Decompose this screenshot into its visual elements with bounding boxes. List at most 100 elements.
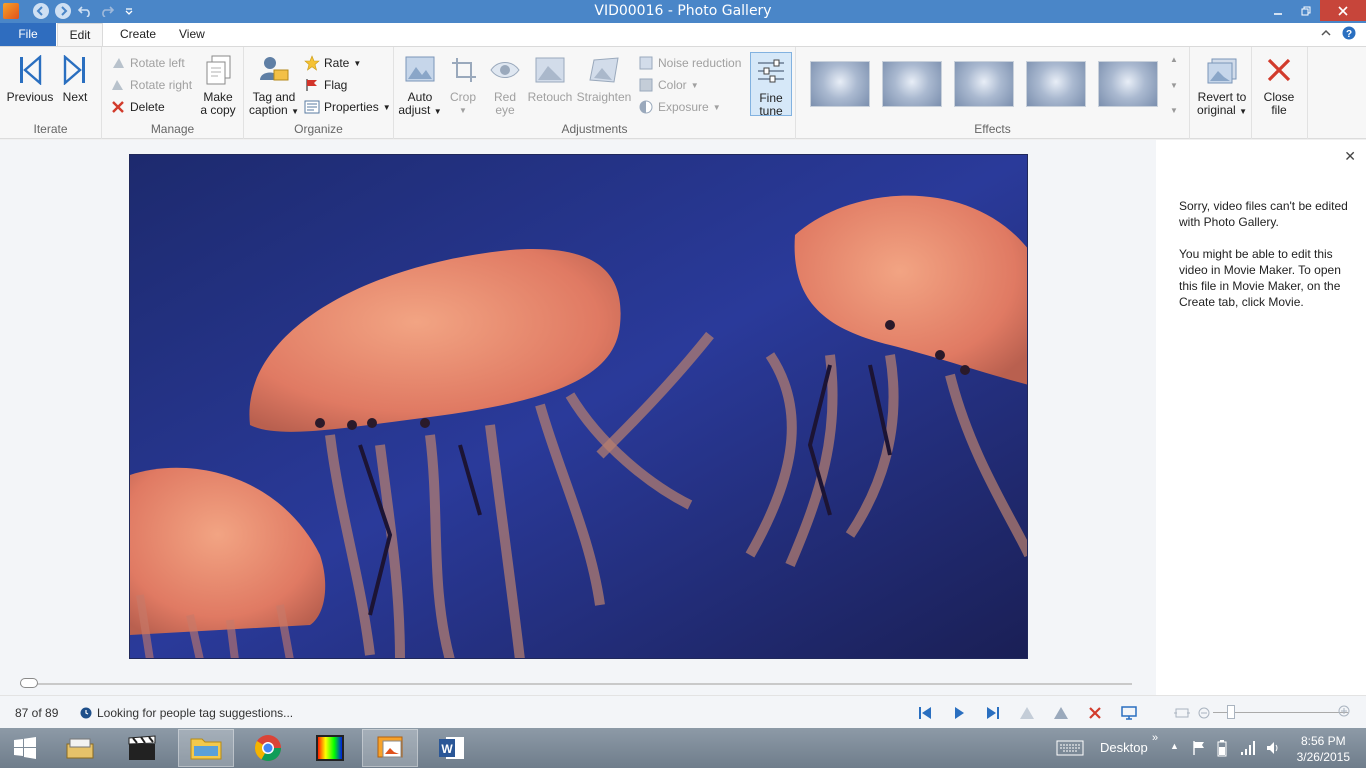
taskbar-file-explorer[interactable] [178,729,234,767]
tag-caption-icon [256,52,292,88]
network-icon[interactable] [1240,740,1256,759]
minimize-button[interactable] [1264,0,1292,21]
taskbar-color-app[interactable] [302,729,358,767]
chevron-down-icon: ▼ [690,80,699,90]
chevron-down-icon: ▼ [712,102,721,112]
zoom-out-button[interactable] [1194,703,1214,723]
retouch-button[interactable]: Retouch [526,52,574,104]
effect-thumbnail[interactable] [954,61,1014,107]
zoom-in-button[interactable] [1338,705,1350,720]
color-button[interactable]: Color ▼ [638,76,699,94]
show-hidden-icons-icon[interactable]: ▲ [1170,741,1179,751]
rate-button[interactable]: Rate ▼ [304,54,361,72]
tab-create[interactable]: Create [108,23,168,46]
tab-view[interactable]: View [167,23,217,46]
start-button[interactable] [0,729,50,767]
video-scrubber-handle[interactable] [20,678,38,688]
taskbar-word[interactable]: W [424,729,480,767]
chevron-up-icon[interactable]: ▲ [1170,55,1178,64]
taskbar-photo-gallery[interactable] [362,729,418,767]
effects-gallery-scroll[interactable]: ▲ ▼ ▼ [1168,55,1180,115]
jellyfish-image [130,155,1027,658]
clock-date: 3/26/2015 [1296,750,1350,764]
close-info-pane-button[interactable]: ✕ [1344,148,1356,165]
zoom-controls [1170,703,1214,723]
make-copy-label-2: a copy [200,103,236,117]
delete-button[interactable]: Delete [110,98,165,116]
desktop-toolbar-label[interactable]: Desktop [1100,740,1148,755]
group-revert: Revert to original ▼ [1190,47,1252,139]
svg-text:W: W [441,742,453,756]
next-label: Next [62,90,88,104]
chevron-down-icon: ▼ [382,102,391,112]
toolbar-expand-icon[interactable]: » [1152,732,1158,744]
play-button[interactable] [942,703,976,723]
delete-status-button[interactable] [1078,703,1112,723]
effect-thumbnail[interactable] [882,61,942,107]
previous-icon [12,52,48,88]
keyboard-icon[interactable] [1056,740,1084,759]
expand-gallery-icon[interactable]: ▼ [1170,106,1178,115]
rotate-right-button[interactable]: Rotate right [110,76,192,94]
chevron-down-icon[interactable]: ▼ [1170,81,1178,90]
crop-button[interactable]: Crop ▼ [446,52,480,117]
exposure-button[interactable]: Exposure ▼ [638,98,721,116]
group-label-iterate: Iterate [33,122,68,136]
rotate-left-button[interactable]: Rotate left [110,54,185,72]
group-label-effects: Effects [974,122,1011,136]
red-eye-button[interactable]: Red eye [486,52,524,117]
straighten-icon [586,52,622,88]
rotate-right-status-button[interactable] [1044,703,1078,723]
close-window-button[interactable] [1320,0,1366,21]
volume-icon[interactable] [1265,740,1281,759]
zoom-slider-handle[interactable] [1227,705,1235,719]
revert-to-original-button[interactable]: Revert to original ▼ [1194,52,1250,118]
retouch-icon [532,52,568,88]
group-label-organize: Organize [294,122,343,136]
close-file-button[interactable]: Close file [1258,52,1300,117]
taskbar-chrome[interactable] [240,729,296,767]
zoom-out-icon [1198,707,1210,719]
tab-edit[interactable]: Edit [57,23,103,46]
rotate-left-status-button[interactable] [1010,703,1044,723]
effect-thumbnail[interactable] [1026,61,1086,107]
fine-tune-label-2: tune [759,104,783,118]
properties-button[interactable]: Properties ▼ [304,98,391,116]
effect-thumbnail[interactable] [1098,61,1158,107]
make-copy-button[interactable]: Make a copy [196,52,240,117]
noise-reduction-icon [638,55,654,71]
flag-button[interactable]: Flag [304,76,347,94]
straighten-button[interactable]: Straighten [574,52,634,104]
fit-window-icon [1174,708,1190,718]
previous-item-button[interactable] [908,703,942,723]
auto-adjust-button[interactable]: Auto adjust ▼ [396,52,444,118]
effect-thumbnail[interactable] [810,61,870,107]
group-manage: Rotate left Rotate right Delete Make a c… [102,47,244,139]
restore-button[interactable] [1292,0,1320,21]
fine-tune-button[interactable]: Fine tune [750,52,792,118]
tag-caption-label-2: caption ▼ [249,103,299,117]
collapse-ribbon-icon[interactable] [1320,26,1332,40]
window-controls [1264,0,1366,21]
crop-icon [446,52,482,88]
action-center-flag-icon[interactable] [1192,740,1206,759]
fit-to-window-button[interactable] [1170,703,1194,723]
slideshow-button[interactable] [1112,703,1146,723]
tag-caption-button[interactable]: Tag and caption ▼ [248,52,300,118]
next-item-button[interactable] [976,703,1010,723]
tab-file[interactable]: File [0,23,56,46]
taskbar-app-pinned[interactable] [52,729,108,767]
power-icon[interactable] [1216,739,1228,760]
previous-button[interactable]: Previous [6,52,54,104]
help-icon[interactable]: ? [1342,26,1356,40]
video-scrubber-track[interactable] [20,683,1132,685]
jellyfish-photo[interactable] [129,154,1028,659]
eye-icon [487,52,523,88]
close-icon [1338,5,1348,16]
taskbar-clock[interactable]: 8:56 PM 3/26/2015 [1297,733,1350,765]
next-button[interactable]: Next [56,52,94,104]
taskbar-movie-maker[interactable] [114,729,170,767]
group-label-adjustments: Adjustments [561,122,628,136]
noise-reduction-button[interactable]: Noise reduction [638,54,741,72]
svg-text:?: ? [1346,29,1352,40]
